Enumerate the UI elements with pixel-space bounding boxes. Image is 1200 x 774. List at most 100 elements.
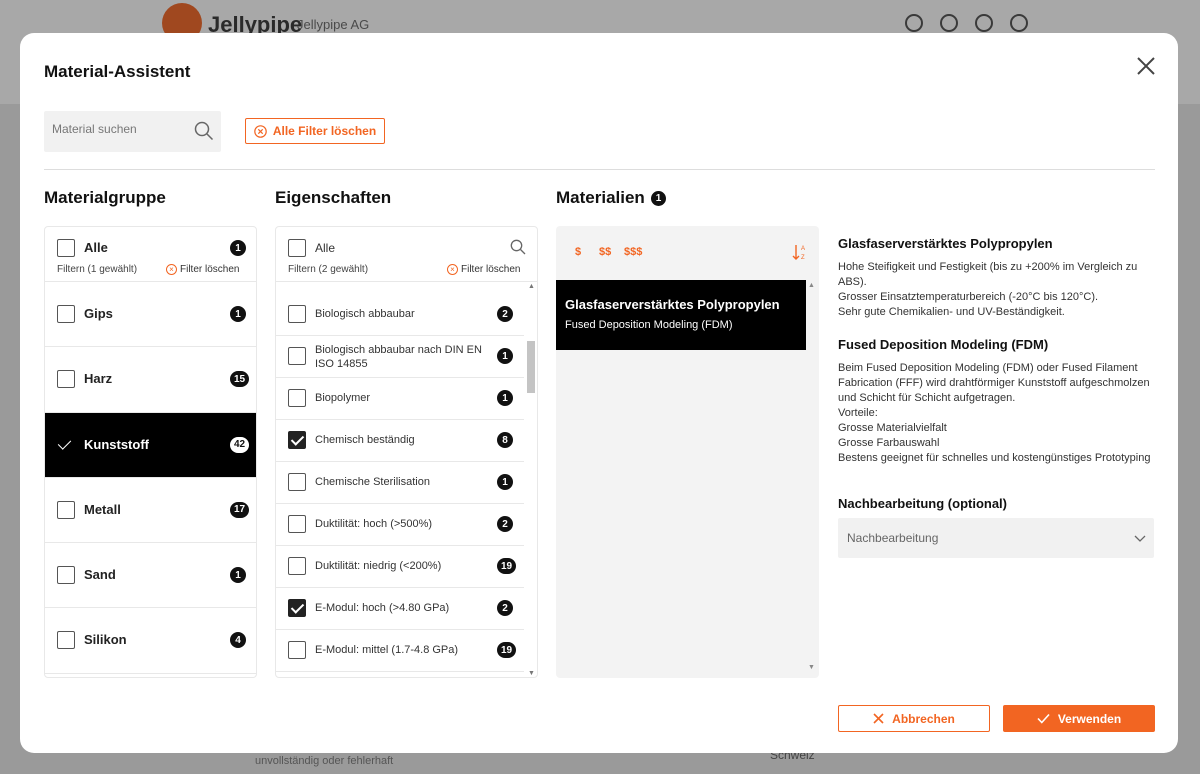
material-group-item[interactable]: Harz 15	[45, 347, 256, 413]
sort-icon[interactable]: A Z	[792, 243, 808, 261]
checkbox[interactable]	[57, 631, 75, 650]
materialien-count-badge: 1	[651, 191, 666, 206]
checkbox[interactable]	[288, 431, 306, 449]
background-footer-text: unvollständig oder fehlerhaft	[255, 755, 394, 767]
material-group-label: Silikon	[84, 632, 127, 648]
property-label: E-Modul: hoch (>4.80 GPa)	[315, 602, 450, 614]
property-item[interactable]: E-Modul: mittel (1.7-4.8 GPa) 19	[276, 630, 524, 672]
checkbox[interactable]	[288, 473, 306, 491]
count-badge: 1	[230, 306, 246, 322]
apply-label: Verwenden	[1057, 711, 1122, 726]
eigenschaften-all-row: Alle Filtern (2 gewählt) × Filter lösche…	[276, 227, 537, 282]
checkbox[interactable]	[57, 500, 75, 519]
property-item[interactable]: Biologisch abbaubar nach DIN EN ISO 1485…	[276, 336, 524, 378]
material-group-item[interactable]: Kunststoff 42	[45, 412, 256, 478]
checkbox[interactable]	[288, 515, 306, 533]
post-processing-select[interactable]: Nachbearbeitung	[838, 518, 1154, 558]
count-badge: 1	[230, 240, 246, 256]
property-label: Chemische Sterilisation	[315, 476, 430, 488]
material-details: Glasfaserverstärktes Polypropylen Hohe S…	[838, 236, 1158, 558]
count-badge: 19	[497, 558, 517, 574]
checkbox[interactable]	[57, 370, 75, 389]
materialgruppe-list: Alle 1 Filtern (1 gewählt) × Filter lösc…	[44, 226, 257, 678]
process-title: Fused Deposition Modeling (FDM)	[838, 337, 1049, 352]
filter-clear-button[interactable]: × Filter löschen	[447, 264, 520, 275]
material-group-item[interactable]: Silikon 4	[45, 608, 256, 674]
property-item[interactable]: E-Modul: hoch (>4.80 GPa) 2	[276, 588, 524, 630]
property-item[interactable]: Duktilität: niedrig (<200%) 19	[276, 546, 524, 588]
search-icon[interactable]	[510, 239, 526, 255]
checkbox[interactable]	[57, 566, 75, 585]
filter-clear-button[interactable]: × Filter löschen	[166, 264, 239, 275]
scroll-up-icon[interactable]: ▲	[808, 282, 815, 289]
count-badge: 2	[497, 306, 513, 322]
count-badge: 1	[497, 474, 513, 490]
scroll-up-icon[interactable]: ▲	[528, 283, 535, 290]
eigenschaften-list: Alle Filtern (2 gewählt) × Filter lösche…	[275, 226, 538, 678]
price-filter-high[interactable]: $$$	[624, 246, 642, 258]
apply-button[interactable]: Verwenden	[1003, 705, 1155, 732]
property-item[interactable]: Biologisch abbaubar 2	[276, 294, 524, 336]
check-icon	[57, 435, 72, 450]
cancel-button[interactable]: Abbrechen	[838, 705, 990, 732]
property-item[interactable]: Chemische Sterilisation 1	[276, 462, 524, 504]
property-label: Chemisch beständig	[315, 434, 415, 446]
property-label: Biopolymer	[315, 392, 371, 404]
materialgruppe-all-row: Alle 1 Filtern (1 gewählt) × Filter lösc…	[45, 227, 256, 282]
materialgruppe-title: Materialgruppe	[44, 188, 166, 207]
eigenschaften-items: Biologisch abbaubar 2 Biologisch abbaubar …	[276, 294, 524, 672]
property-label: Duktilität: niedrig (<200%)	[315, 560, 442, 572]
close-icon[interactable]	[1135, 55, 1157, 77]
materialien-list: $ $$ $$$ A Z Glasfaserverstärktes Polypr…	[556, 226, 819, 678]
svg-text:A: A	[801, 246, 805, 252]
material-details-text: Hohe Steifigkeit und Festigkeit (bis zu …	[838, 261, 1138, 318]
checkbox[interactable]	[57, 305, 75, 323]
materialien-title: Materialien	[556, 188, 645, 207]
material-card[interactable]: Glasfaserverstärktes Polypropylen Fused …	[556, 280, 806, 350]
filter-note: Filtern (2 gewählt)	[288, 264, 369, 275]
price-filter-mid[interactable]: $$	[599, 246, 611, 258]
clear-circle-icon: ×	[447, 264, 458, 275]
checkbox[interactable]	[288, 305, 306, 323]
process-text: Beim Fused Deposition Modeling (FDM) ode…	[838, 362, 1151, 464]
logo-subtitle: Jellypipe AG	[297, 17, 370, 32]
checkbox[interactable]	[288, 557, 306, 575]
material-search-input[interactable]	[52, 122, 182, 136]
checkbox[interactable]	[288, 599, 306, 617]
count-badge: 2	[497, 600, 513, 616]
material-group-item[interactable]: Sand 1	[45, 543, 256, 609]
material-group-label: Harz	[84, 371, 113, 387]
all-checkbox[interactable]	[57, 239, 75, 257]
shapes-icon	[905, 14, 923, 32]
count-badge: 1	[497, 348, 513, 364]
globe-icon	[975, 14, 993, 32]
material-group-item[interactable]: Metall 17	[45, 478, 256, 544]
count-badge: 42	[230, 436, 250, 453]
scroll-down-icon[interactable]: ▼	[528, 670, 535, 677]
count-badge: 15	[230, 371, 250, 388]
checkbox[interactable]	[288, 641, 306, 659]
price-filter-low[interactable]: $	[575, 246, 581, 258]
scroll-down-icon[interactable]: ▼	[808, 664, 815, 671]
eigenschaften-scrollbar[interactable]: ▲ ▼	[526, 283, 536, 677]
scrollbar-thumb[interactable]	[527, 341, 535, 393]
property-item[interactable]: Biopolymer 1	[276, 378, 524, 420]
checkbox[interactable]	[288, 389, 306, 407]
modal-title: Material-Assistent	[44, 62, 191, 81]
property-item[interactable]: Chemisch beständig 8	[276, 420, 524, 462]
count-badge: 1	[230, 567, 246, 584]
property-item[interactable]: Duktilität: hoch (>500%) 2	[276, 504, 524, 546]
material-assistant-modal: Material-Assistent Alle Filter löschen M…	[20, 33, 1178, 753]
clear-all-filters-button[interactable]: Alle Filter löschen	[245, 118, 385, 144]
property-label: Biologisch abbaubar	[315, 308, 415, 320]
material-search	[44, 111, 221, 152]
chat-icon	[940, 14, 958, 32]
checkbox[interactable]	[288, 347, 306, 365]
close-icon	[873, 713, 884, 724]
all-label: Alle	[315, 241, 336, 255]
search-icon[interactable]	[194, 121, 214, 141]
header-icons	[905, 14, 1028, 32]
all-checkbox[interactable]	[288, 239, 306, 257]
property-label: Duktilität: hoch (>500%)	[315, 518, 433, 530]
material-group-item[interactable]: Gips 1	[45, 282, 256, 348]
